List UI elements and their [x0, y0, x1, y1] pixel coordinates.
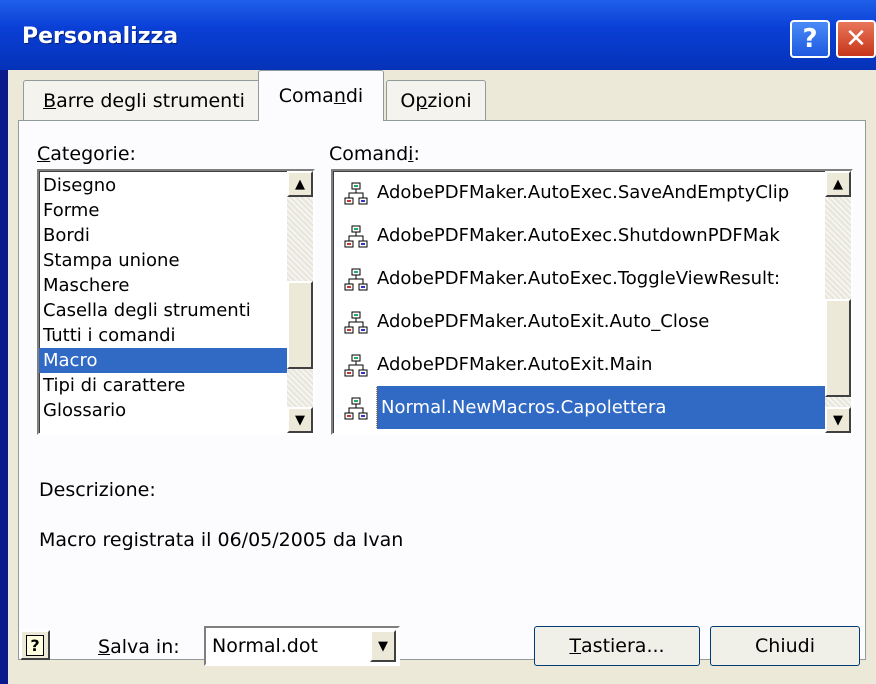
tab-opzioni[interactable]: Op zioni: [386, 80, 486, 120]
categories-listbox[interactable]: Disegno Forme Bordi Stampa unione Maschere Ca…: [37, 169, 315, 435]
macro-icon: [343, 223, 369, 249]
command-item-label: Normal.NewMacros.Capolettera: [376, 386, 825, 429]
triangle-up-icon: ▲: [833, 176, 843, 192]
scroll-down-button[interactable]: ▼: [825, 407, 851, 433]
category-item[interactable]: Macro: [39, 348, 287, 373]
tab-barre-degli-strumenti[interactable]: Barre degli strumenti: [23, 80, 265, 120]
question-icon: ?: [802, 24, 818, 54]
category-item[interactable]: Forme: [39, 198, 287, 223]
macro-icon: [343, 266, 369, 292]
description-text: Macro registrata il 06/05/2005 da Ivan: [39, 529, 404, 551]
close-dialog-button[interactable]: Chiudi: [710, 626, 860, 666]
category-item[interactable]: Casella degli strumenti: [39, 298, 287, 323]
commands-label: Comandi:: [329, 143, 420, 165]
triangle-down-icon: ▼: [833, 412, 843, 428]
categories-scrollbar[interactable]: ▲ ▼: [287, 171, 313, 433]
macro-icon: [343, 352, 369, 378]
combo-dropdown-button[interactable]: ▼: [370, 630, 396, 662]
help-button[interactable]: ?: [790, 20, 830, 58]
keyboard-button[interactable]: Tastiera...: [534, 626, 700, 666]
command-item[interactable]: AdobePDFMaker.AutoExec.ShutdownPDFMak: [333, 214, 825, 257]
command-item-label: AdobePDFMaker.AutoExit.Main: [377, 354, 653, 375]
command-item[interactable]: AdobePDFMaker.AutoExec.SaveAndEmptyClip: [333, 171, 825, 214]
command-item[interactable]: AdobePDFMaker.AutoExit.Main: [333, 343, 825, 386]
scroll-up-button[interactable]: ▲: [287, 171, 313, 197]
triangle-up-icon: ▲: [295, 176, 305, 192]
tab-panel-comandi: Categorie: Comandi: Disegno Forme Bordi Sta…: [18, 120, 866, 660]
dialog-body: Barre degli strumenti Coma n di Op zioni Ca…: [8, 70, 876, 684]
command-item[interactable]: Normal.NewMacros.Capolettera: [333, 386, 825, 429]
help-icon: ?: [26, 634, 44, 656]
category-item[interactable]: Glossario: [39, 398, 287, 423]
command-item-label: AdobePDFMaker.AutoExit.Auto_Close: [377, 311, 710, 332]
save-in-combobox[interactable]: Normal.dot ▼: [204, 626, 400, 666]
scroll-up-button[interactable]: ▲: [825, 171, 851, 197]
category-item[interactable]: Bordi: [39, 223, 287, 248]
macro-icon: [343, 180, 369, 206]
scroll-thumb[interactable]: [825, 299, 851, 397]
scroll-thumb[interactable]: [287, 281, 313, 369]
window-title: Personalizza: [22, 24, 179, 49]
close-icon: ✕: [845, 24, 867, 54]
command-item-label: AdobePDFMaker.AutoExec.ShutdownPDFMak: [377, 225, 780, 246]
save-in-label: Salva in:: [98, 636, 180, 658]
category-item[interactable]: Stampa unione: [39, 248, 287, 273]
command-item-label: AdobePDFMaker.AutoExec.ToggleViewResult:: [377, 268, 781, 289]
category-item[interactable]: Tipi di carattere: [39, 373, 287, 398]
tab-comandi[interactable]: Coma n di: [258, 70, 384, 121]
description-help-button[interactable]: ?: [20, 630, 50, 660]
macro-icon: [343, 309, 369, 335]
category-item[interactable]: Disegno: [39, 173, 287, 198]
close-button[interactable]: ✕: [836, 20, 876, 58]
scroll-down-button[interactable]: ▼: [287, 407, 313, 433]
description-label: Descrizione:: [39, 479, 156, 501]
commands-scrollbar[interactable]: ▲ ▼: [825, 171, 851, 433]
title-bar[interactable]: Personalizza ? ✕: [0, 0, 876, 70]
categories-label: Categorie:: [37, 143, 136, 165]
command-item[interactable]: AdobePDFMaker.AutoExec.ToggleViewResult:: [333, 257, 825, 300]
command-item-label: AdobePDFMaker.AutoExec.SaveAndEmptyClip: [377, 182, 790, 203]
command-item[interactable]: AdobePDFMaker.AutoExit.Auto_Close: [333, 300, 825, 343]
save-in-value: Normal.dot: [212, 635, 318, 657]
category-item[interactable]: Tutti i comandi: [39, 323, 287, 348]
triangle-down-icon: ▼: [295, 412, 305, 428]
triangle-down-icon: ▼: [378, 638, 388, 654]
category-item[interactable]: Maschere: [39, 273, 287, 298]
commands-listbox[interactable]: AdobePDFMaker.AutoExec.SaveAndEmptyClip A…: [331, 169, 853, 435]
macro-icon: [343, 395, 369, 421]
